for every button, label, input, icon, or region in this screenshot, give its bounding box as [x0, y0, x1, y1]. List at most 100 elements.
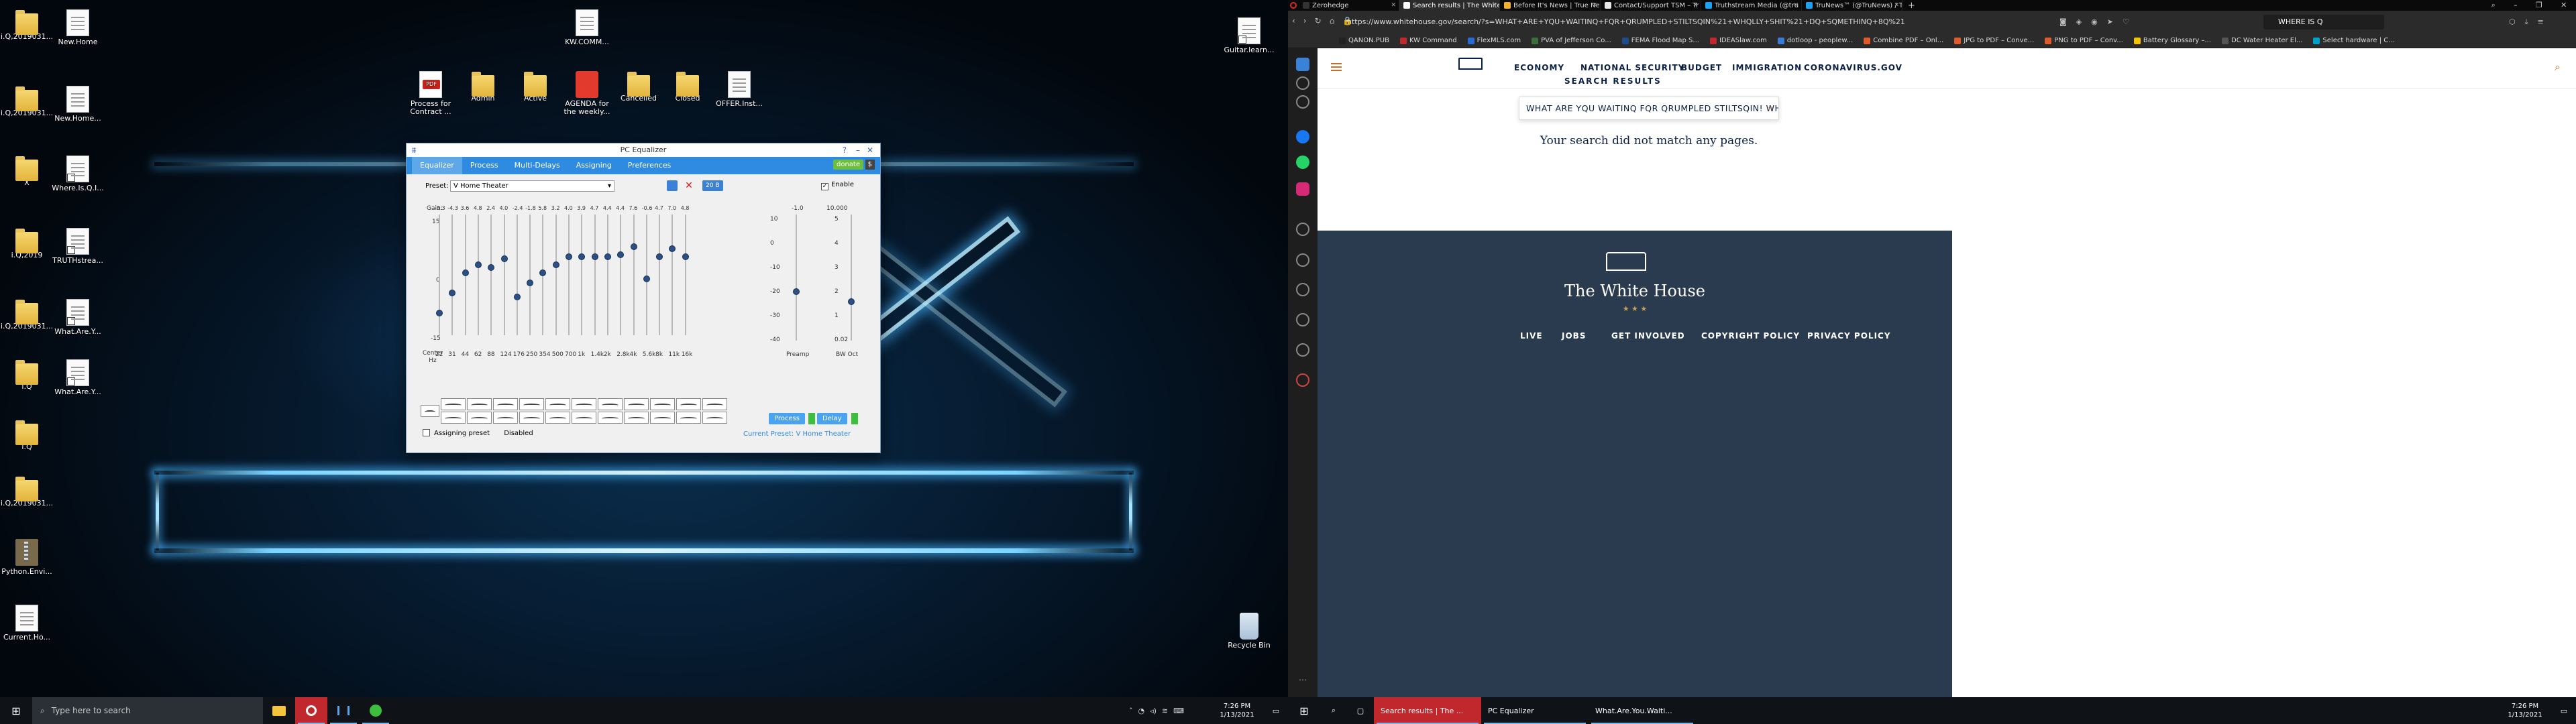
desktop-icon-kw-comm[interactable]: KW.COMM...: [560, 9, 614, 46]
bands-button[interactable]: 20 B: [702, 180, 723, 191]
bookmark-dotloop-peoplew[interactable]: dotloop - peoplew...: [1772, 37, 1858, 44]
bookmark-flexmls-com[interactable]: FlexMLS.com: [1462, 37, 1527, 44]
curve-preset-button[interactable]: [624, 398, 649, 410]
curve-preset-button[interactable]: [676, 398, 701, 410]
band-knob-354[interactable]: [539, 269, 547, 276]
band-track-8k[interactable]: [659, 215, 661, 335]
taskbar-item-browser[interactable]: Search results | The ...: [1374, 697, 1481, 724]
delete-preset-icon[interactable]: ✕: [684, 180, 694, 191]
vpn-icon[interactable]: ◉: [2091, 17, 2098, 26]
bookmark-jpg-to-pdf-conve[interactable]: JPG to PDF – Conve...: [1949, 37, 2039, 44]
band-knob-62[interactable]: [474, 261, 482, 268]
browser-tab-truthstream-media-tru[interactable]: Truthstream Media (@tru ✕: [1701, 0, 1802, 11]
band-knob-2k[interactable]: [604, 253, 611, 260]
browser-tab-search-results-the-white[interactable]: Search results | The White ✕: [1399, 0, 1500, 11]
band-knob-4k[interactable]: [630, 243, 637, 250]
url-field[interactable]: https://www.whitehouse.gov/search/?s=WHA…: [1347, 16, 2031, 28]
tab-multi-delays[interactable]: Multi-Delays: [506, 157, 568, 174]
home-sidebar-icon[interactable]: [1296, 76, 1309, 90]
preamp-track[interactable]: [796, 215, 797, 341]
bookmark-battery-glossary[interactable]: Battery Glossary –...: [2129, 37, 2216, 44]
band-track-176[interactable]: [516, 215, 518, 335]
tab-search-icon[interactable]: ⌕: [2491, 1, 2496, 10]
bookmark-ideaslaw-com[interactable]: IDEASlaw.com: [1705, 37, 1772, 44]
menu-icon[interactable]: ≡: [2537, 17, 2543, 27]
new-tab-button[interactable]: +: [1902, 1, 1921, 11]
assigning-toggle[interactable]: Assigning preset Disabled: [423, 429, 533, 437]
volume-icon[interactable]: ◃): [1150, 707, 1157, 715]
keyboard-icon[interactable]: ⌨: [1173, 707, 1184, 715]
site-search-input[interactable]: WHAT ARE YQU WAITINQ FQR QRUMPLED STILTS…: [1519, 97, 1779, 120]
settings-icon[interactable]: [1296, 343, 1309, 357]
tab-equalizer[interactable]: Equalizer: [412, 157, 462, 174]
flow-icon[interactable]: [1296, 373, 1309, 387]
curve-preset-button[interactable]: [676, 412, 701, 424]
band-track-1k[interactable]: [581, 215, 583, 335]
nav-immigration[interactable]: IMMIGRATION: [1732, 63, 1802, 72]
assigning-checkbox[interactable]: [423, 429, 430, 436]
curve-preset-button[interactable]: [467, 412, 492, 424]
bookmark-combine-pdf-onl[interactable]: Combine PDF – Onl...: [1858, 37, 1949, 44]
nav-national-security[interactable]: NATIONAL SECURITY: [1580, 63, 1684, 72]
band-track-2-8k[interactable]: [620, 215, 622, 335]
curve-flat-button[interactable]: [421, 405, 439, 417]
task-view-icon[interactable]: ▢: [1347, 697, 1374, 724]
opera-taskbar-icon[interactable]: [295, 697, 327, 724]
donate-button[interactable]: donate: [833, 160, 863, 170]
band-knob-2-8k[interactable]: [617, 251, 625, 258]
band-knob-5-6k[interactable]: [643, 276, 650, 282]
curve-preset-button[interactable]: [598, 412, 623, 424]
heart-icon[interactable]: ♡: [2123, 17, 2129, 26]
nav-budget[interactable]: BUDGET: [1681, 63, 1722, 72]
pc-equalizer-window[interactable]: ⩩ PC Equalizer ? – ✕ Equalizer Process M…: [406, 143, 881, 453]
desktop-icon-current-ho[interactable]: Current.Ho...: [0, 605, 54, 642]
tab-close-icon[interactable]: ✕: [1491, 2, 1497, 9]
curve-preset-button[interactable]: [545, 398, 570, 410]
curve-preset-button[interactable]: [519, 412, 544, 424]
footer-privacy[interactable]: PRIVACY POLICY: [1807, 331, 1891, 341]
band-track-2k[interactable]: [606, 215, 608, 335]
curve-preset-button[interactable]: [624, 412, 649, 424]
band-track-31[interactable]: [451, 215, 453, 335]
opera-logo-icon[interactable]: [1288, 0, 1299, 11]
process-button[interactable]: Process: [769, 413, 805, 424]
desktop-icon-cancelled[interactable]: Cancelled: [612, 71, 665, 103]
band-track-4k[interactable]: [633, 215, 635, 335]
network-icon[interactable]: ◔: [1138, 707, 1144, 715]
curve-preset-button[interactable]: [650, 412, 675, 424]
nav-coronavirus[interactable]: CORONAVIRUS.GOV: [1804, 63, 1902, 72]
bookmark-png-to-pdf-conv[interactable]: PNG to PDF – Conv...: [2039, 37, 2129, 44]
desktop-icon-i-q-2019031[interactable]: i.Q,2019031...: [0, 86, 54, 117]
instagram-icon[interactable]: [1296, 182, 1309, 196]
clock[interactable]: 7:26 PM 1/13/2021: [1210, 697, 1264, 724]
curve-preset-button[interactable]: [467, 398, 492, 410]
minimize-icon[interactable]: –: [2514, 1, 2518, 10]
history-icon[interactable]: [1296, 313, 1309, 326]
curve-preset-button[interactable]: [519, 398, 544, 410]
band-knob-500[interactable]: [552, 261, 559, 268]
band-knob-31[interactable]: [449, 290, 456, 296]
band-knob-11k[interactable]: [669, 245, 676, 252]
download-icon[interactable]: ⤓: [2525, 17, 2528, 27]
desktop-icon-i-q[interactable]: i.Q: [0, 420, 54, 451]
desktop-icon-recycle-bin[interactable]: Recycle Bin: [1222, 613, 1276, 650]
band-track-1-4k[interactable]: [594, 215, 596, 335]
tab-close-icon[interactable]: ✕: [1894, 2, 1899, 9]
curve-preset-button[interactable]: [545, 412, 570, 424]
window-titlebar[interactable]: ⩩ PC Equalizer ? – ✕: [407, 143, 880, 157]
band-knob-124[interactable]: [500, 255, 508, 262]
desktop-icon-guitar-learn[interactable]: Guitar.learn...: [1222, 17, 1276, 54]
band-knob-250[interactable]: [527, 280, 534, 286]
camera-icon[interactable]: ◙: [2059, 17, 2067, 26]
bookmark-select-hardware-c[interactable]: Select hardware | C...: [2308, 37, 2400, 44]
desktop-icon-process-for-contract[interactable]: Process for Contract ...: [404, 71, 458, 116]
close-icon[interactable]: ✕: [867, 143, 873, 157]
curve-preset-button[interactable]: [493, 412, 518, 424]
bookmark-pva-of-jefferson-co[interactable]: PVA of Jefferson Co...: [1526, 37, 1617, 44]
curve-preset-button[interactable]: [572, 412, 596, 424]
tab-close-icon[interactable]: ✕: [1592, 2, 1597, 9]
desktop-icon-i-q-2019031[interactable]: i.Q,2019031...: [0, 476, 54, 507]
desktop-icon-what-are-y[interactable]: What.Are.Y...: [51, 359, 105, 396]
tab-close-icon[interactable]: ✕: [1391, 2, 1396, 9]
bookmark-qanon-pub[interactable]: QANON.PUB: [1334, 37, 1395, 44]
